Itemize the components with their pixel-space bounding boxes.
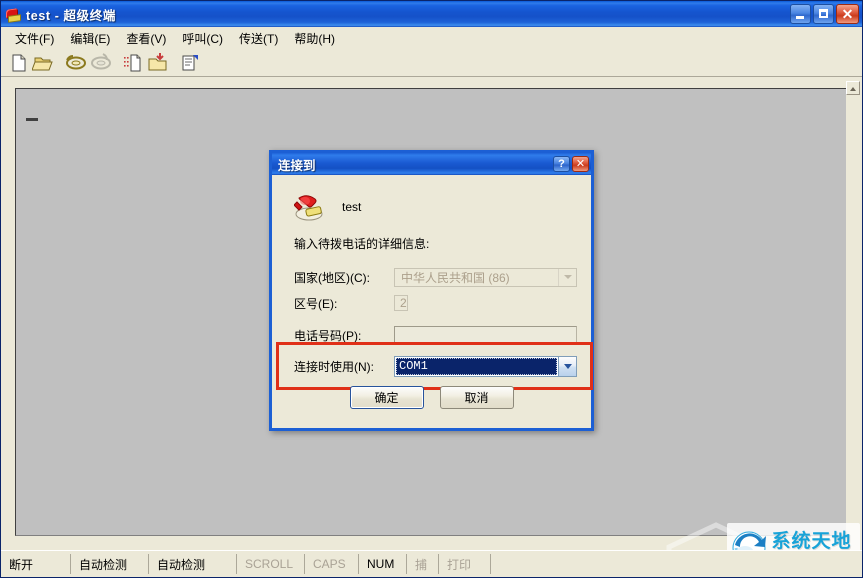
send-file-button[interactable]: [121, 51, 145, 74]
area-code-label: 区号(E):: [294, 296, 338, 311]
toolbar-separator-1: [57, 53, 64, 73]
country-row: 国家(地区)(C): 中华人民共和国 (86): [294, 264, 577, 290]
open-folder-icon: [32, 57, 53, 71]
country-label: 国家(地区)(C):: [294, 270, 370, 285]
toolbar-separator-3: [171, 53, 178, 73]
chevron-down-icon: [558, 268, 576, 286]
dialog-help-button[interactable]: ?: [553, 156, 570, 172]
new-connection-button[interactable]: [7, 51, 31, 74]
call-phone-icon: [66, 55, 86, 70]
status-scroll: SCROLL: [237, 554, 305, 574]
menubar: 文件(F) 编辑(E) 查看(V) 呼叫(C) 传送(T) 帮助(H): [1, 27, 862, 49]
status-autodetect-2: 自动检测: [149, 554, 237, 574]
hyperterminal-window: test - 超级终端 ✕ 文件(F) 编辑(E) 查看(V) 呼叫(C) 传送…: [0, 0, 863, 578]
properties-icon: [182, 55, 198, 71]
menu-edit[interactable]: 编辑(E): [62, 28, 118, 49]
connect-to-dialog: 连接到 ? ✕ test 输入待拨电话的详细信息: 国家(地区)(C): 中华人…: [269, 150, 594, 431]
dialog-close-button[interactable]: ✕: [572, 156, 589, 172]
status-autodetect-1: 自动检测: [71, 554, 149, 574]
send-file-icon: [124, 54, 141, 72]
connect-using-value: COM1: [396, 357, 557, 375]
dialog-controls: ? ✕: [553, 156, 589, 172]
phone-number-row: 电话号码(P):: [294, 322, 577, 348]
new-connection-icon: [12, 54, 26, 72]
status-print: 打印: [439, 554, 491, 574]
phone-number-label: 电话号码(P):: [294, 328, 362, 343]
close-button[interactable]: ✕: [836, 4, 859, 24]
connect-using-row: 连接时使用(N): COM1: [294, 353, 577, 379]
status-caps: CAPS: [305, 554, 359, 574]
connect-using-label: 连接时使用(N):: [294, 359, 374, 374]
toolbar: [1, 49, 862, 77]
dialog-titlebar[interactable]: 连接到 ? ✕: [272, 153, 591, 175]
chevron-down-icon[interactable]: [558, 356, 576, 376]
menu-call[interactable]: 呼叫(C): [174, 28, 231, 49]
open-button[interactable]: [32, 51, 56, 74]
scroll-up-arrow-icon[interactable]: [846, 81, 860, 95]
area-code-row: 区号(E): 2: [294, 290, 577, 316]
cancel-button[interactable]: 取消: [439, 386, 514, 409]
close-icon: ✕: [841, 6, 854, 22]
ok-button[interactable]: 确定: [349, 386, 424, 409]
watermark-cn: 系统天地: [771, 530, 852, 552]
toolbar-separator-2: [114, 53, 121, 73]
menu-file[interactable]: 文件(F): [7, 28, 62, 49]
status-num: NUM: [359, 554, 407, 574]
window-titlebar[interactable]: test - 超级终端 ✕: [1, 1, 862, 27]
connection-name: test: [342, 200, 362, 214]
properties-button[interactable]: [178, 51, 202, 74]
window-title: test - 超级终端: [26, 8, 116, 23]
window-controls: ✕: [790, 4, 859, 24]
minimize-button[interactable]: [790, 4, 811, 24]
dialog-prompt: 输入待拨电话的详细信息:: [294, 237, 430, 251]
red-phone-icon: [294, 195, 323, 221]
red-phone-icon: [5, 6, 21, 23]
country-value: 中华人民共和国 (86): [401, 270, 510, 285]
vertical-scrollbar[interactable]: [846, 81, 860, 540]
status-capture: 捕: [407, 554, 439, 574]
connection-identity: test: [294, 189, 577, 225]
status-connection: 断开: [1, 554, 71, 574]
menu-view[interactable]: 查看(V): [118, 28, 174, 49]
disconnect-phone-icon: [91, 53, 111, 70]
area-code-input: 2: [394, 294, 408, 311]
country-combo: 中华人民共和国 (86): [394, 267, 577, 287]
menu-help[interactable]: 帮助(H): [286, 28, 343, 49]
connect-using-combo[interactable]: COM1: [394, 355, 577, 377]
statusbar: 断开 自动检测 自动检测 SCROLL CAPS NUM 捕 打印: [1, 550, 862, 577]
receive-file-icon: [148, 53, 167, 71]
disconnect-button: [89, 51, 113, 74]
call-button[interactable]: [64, 51, 88, 74]
dialog-title: 连接到: [278, 158, 316, 173]
phone-number-input[interactable]: [394, 325, 577, 345]
dialog-actions: 确定 取消: [272, 386, 591, 409]
receive-file-button[interactable]: [146, 51, 170, 74]
status-filler: [491, 554, 862, 574]
maximize-button[interactable]: [813, 4, 834, 24]
menu-transfer[interactable]: 传送(T): [231, 28, 286, 49]
dialog-body: test 输入待拨电话的详细信息: 国家(地区)(C): 中华人民共和国 (86…: [272, 175, 593, 428]
terminal-cursor: [26, 118, 38, 121]
